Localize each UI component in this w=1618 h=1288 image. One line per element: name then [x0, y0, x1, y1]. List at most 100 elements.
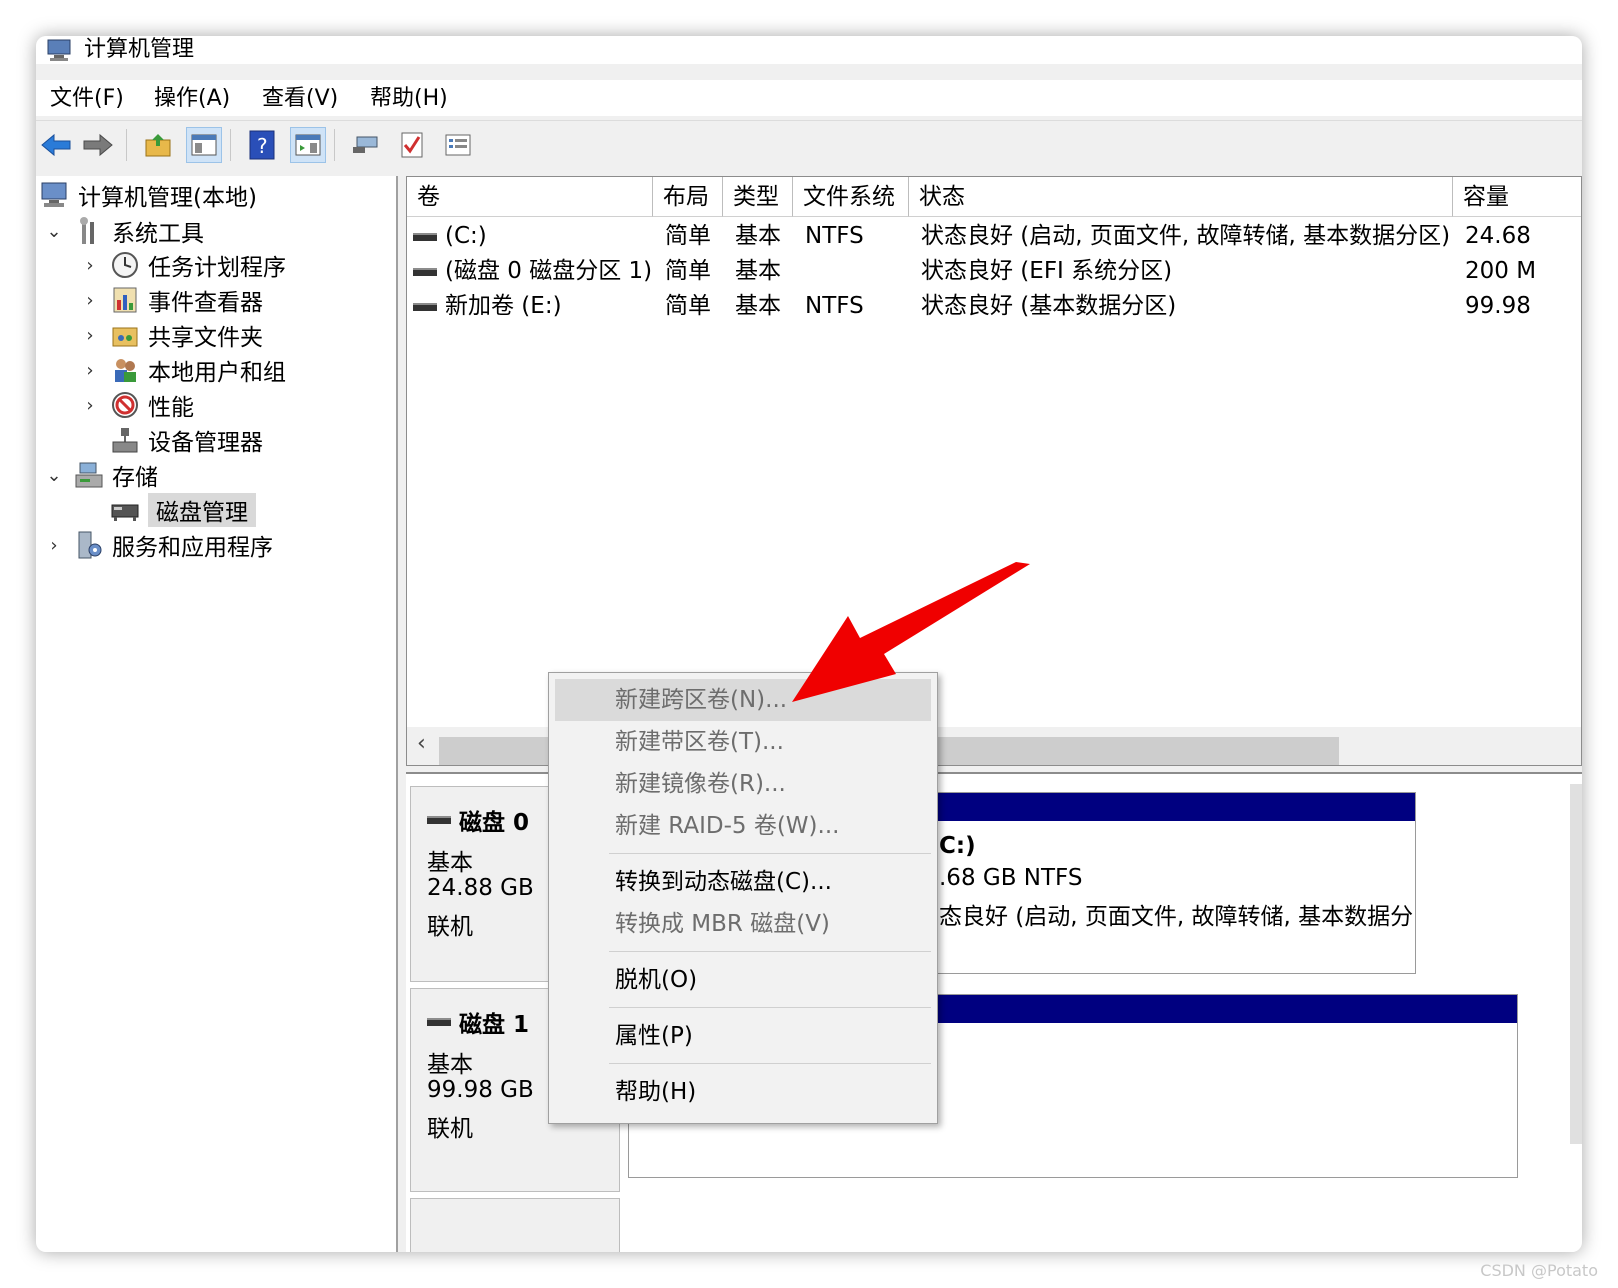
tree-label: 任务计划程序 — [148, 255, 286, 281]
scroll-left-icon[interactable]: ‹ — [417, 731, 426, 756]
tree-label: 事件查看器 — [148, 290, 263, 316]
menu-item-properties[interactable]: 属性(P) — [555, 1015, 931, 1057]
tree-item-task-scheduler[interactable]: › 任务计划程序 — [80, 248, 286, 282]
menu-item-convert-dynamic[interactable]: 转换到动态磁盘(C)... — [555, 861, 931, 903]
menu-bar: 文件(F) 操作(A) 查看(V) 帮助(H) — [36, 80, 1582, 116]
connect-icon[interactable] — [348, 127, 384, 163]
tree-item-local-users[interactable]: › 本地用户和组 — [80, 353, 286, 387]
tree-item-system-tools[interactable]: ⌄ 系统工具 — [44, 214, 204, 248]
chevron-right-icon[interactable]: › — [80, 395, 100, 416]
chevron-right-icon[interactable]: › — [80, 360, 100, 381]
type-cell: 基本 — [735, 223, 781, 249]
menu-separator — [609, 853, 931, 854]
chevron-down-icon[interactable]: ⌄ — [44, 221, 64, 242]
red-arrow-annotation — [792, 562, 1030, 702]
column-header-status[interactable]: 状态 — [909, 177, 1453, 217]
menu-separator — [609, 1063, 931, 1064]
disk-icon — [427, 1018, 451, 1026]
chevron-right-icon[interactable]: › — [44, 535, 64, 556]
volume-name: (C:) — [445, 223, 487, 249]
forward-icon[interactable] — [80, 127, 116, 163]
computer-management-app-icon — [46, 38, 76, 66]
show-hide-tree-icon[interactable] — [186, 127, 222, 163]
tree-item-storage[interactable]: ⌄ 存储 — [44, 458, 158, 492]
tree-item-performance[interactable]: › 性能 — [80, 388, 194, 422]
tree-item-disk-management[interactable]: 磁盘管理 — [110, 493, 256, 527]
device-manager-icon — [110, 425, 140, 455]
clock-icon — [110, 250, 140, 280]
vertical-scrollbar[interactable] — [1570, 784, 1582, 1144]
tree-label: 服务和应用程序 — [112, 535, 273, 561]
menu-separator — [609, 951, 931, 952]
filesystem-cell: NTFS — [805, 223, 864, 249]
disk-name: 磁盘 0 — [427, 803, 529, 837]
menu-item-new-striped[interactable]: 新建带区卷(T)... — [555, 721, 931, 763]
tree-item-shared-folders[interactable]: › 共享文件夹 — [80, 318, 263, 352]
disk-state: 联机 — [427, 914, 473, 940]
event-viewer-icon — [110, 285, 140, 315]
tree-label: 共享文件夹 — [148, 325, 263, 351]
volume-cell: 新加卷 (E:) — [413, 289, 562, 323]
menu-view[interactable]: 查看(V) — [258, 84, 342, 114]
disk-size: 24.88 GB — [427, 875, 534, 901]
tree-item-computer-management[interactable]: 计算机管理(本地) — [40, 178, 257, 212]
column-header-layout[interactable]: 布局 — [653, 177, 723, 217]
table-row[interactable]: 新加卷 (E:) 简单 基本 NTFS 状态良好 (基本数据分区) 99.98 — [407, 289, 1581, 323]
chevron-right-icon[interactable]: › — [80, 325, 100, 346]
tree-label: 存储 — [112, 465, 158, 491]
disk-size: 99.98 GB — [427, 1077, 534, 1103]
disk-context-menu: 新建跨区卷(N)... 新建带区卷(T)... 新建镜像卷(R)... 新建 R… — [548, 672, 938, 1124]
drive-icon — [413, 232, 437, 241]
tree-item-services-apps[interactable]: › 服务和应用程序 — [44, 528, 273, 562]
up-folder-icon[interactable] — [140, 127, 176, 163]
tree-label: 本地用户和组 — [148, 360, 286, 386]
drive-icon — [413, 302, 437, 311]
type-cell: 基本 — [735, 258, 781, 284]
disk-icon — [427, 816, 451, 824]
column-header-filesystem[interactable]: 文件系统 — [793, 177, 909, 217]
chevron-right-icon[interactable]: › — [80, 290, 100, 311]
column-header-volume[interactable]: 卷 — [407, 177, 653, 217]
menu-item-offline[interactable]: 脱机(O) — [555, 959, 931, 1001]
disk-management-icon — [110, 495, 140, 525]
title-bar: 计算机管理 — [36, 36, 1582, 64]
menu-item-new-raid5[interactable]: 新建 RAID-5 卷(W)... — [555, 805, 931, 847]
menu-help[interactable]: 帮助(H) — [366, 84, 452, 114]
tree-label: 设备管理器 — [148, 430, 263, 456]
toolbar: ? — [36, 120, 1582, 166]
list-icon[interactable] — [440, 127, 476, 163]
column-header-type[interactable]: 类型 — [723, 177, 793, 217]
menu-file[interactable]: 文件(F) — [46, 84, 128, 114]
tree-item-event-viewer[interactable]: › 事件查看器 — [80, 283, 263, 317]
services-icon — [74, 530, 104, 560]
back-icon[interactable] — [38, 127, 74, 163]
column-header-capacity[interactable]: 容量 — [1453, 177, 1581, 217]
tree-item-device-manager[interactable]: 设备管理器 — [110, 423, 263, 457]
window-title: 计算机管理 — [84, 37, 195, 62]
cdrom-info[interactable] — [410, 1198, 620, 1252]
menu-action[interactable]: 操作(A) — [150, 84, 234, 114]
menu-item-new-mirrored[interactable]: 新建镜像卷(R)... — [555, 763, 931, 805]
volume-cell: (磁盘 0 磁盘分区 1) — [413, 254, 652, 288]
action-pane-icon[interactable] — [290, 127, 326, 163]
volume-cell: (C:) — [413, 219, 487, 253]
chevron-down-icon[interactable]: ⌄ — [44, 465, 64, 486]
storage-icon — [74, 460, 104, 490]
menu-item-convert-mbr[interactable]: 转换成 MBR 磁盘(V) — [555, 903, 931, 945]
drive-icon — [413, 267, 437, 276]
tree-label: 系统工具 — [112, 221, 204, 247]
volume-name: (磁盘 0 磁盘分区 1) — [445, 258, 653, 284]
tools-icon — [74, 216, 104, 246]
table-row[interactable]: (磁盘 0 磁盘分区 1) 简单 基本 状态良好 (EFI 系统分区) 200 … — [407, 254, 1581, 288]
table-row[interactable]: (C:) 简单 基本 NTFS 状态良好 (启动, 页面文件, 故障转储, 基本… — [407, 219, 1581, 253]
status-cell: 状态良好 (EFI 系统分区) — [921, 258, 1173, 284]
tree-label: 计算机管理(本地) — [78, 185, 257, 211]
volume-name: 新加卷 (E:) — [445, 293, 562, 319]
check-icon[interactable] — [394, 127, 430, 163]
help-icon[interactable]: ? — [244, 127, 280, 163]
chevron-right-icon[interactable]: › — [80, 255, 100, 276]
shared-folder-icon — [110, 320, 140, 350]
layout-cell: 简单 — [665, 293, 711, 319]
menu-item-help[interactable]: 帮助(H) — [555, 1071, 931, 1113]
disk-label: 磁盘 1 — [459, 1012, 530, 1038]
